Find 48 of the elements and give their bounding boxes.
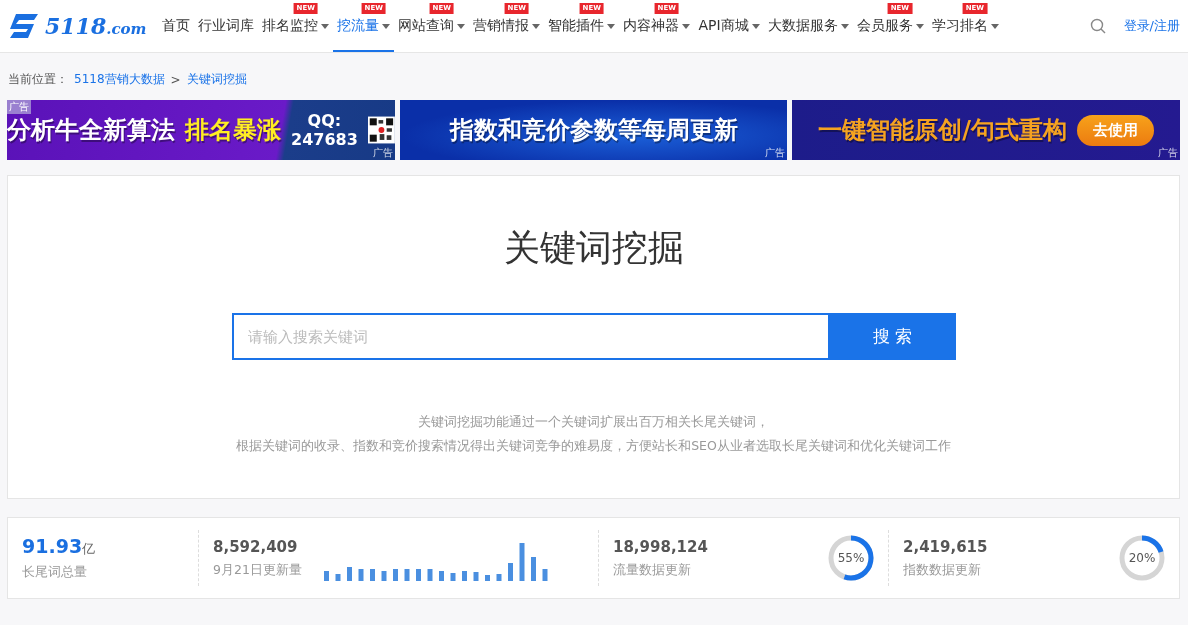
logo-text: 5118.com [45, 13, 147, 39]
ad-tag: 广告 [7, 100, 31, 114]
nav-tab[interactable]: 智能插件 [544, 15, 620, 37]
breadcrumb-link[interactable]: 5118营销大数据 [74, 71, 165, 88]
ad-banner[interactable]: 一键智能原创/句式重构 去使用 广告 [792, 100, 1180, 160]
breadcrumb-link[interactable]: 关键词挖掘 [186, 71, 247, 88]
nav-tab[interactable]: 挖流量 [333, 15, 395, 37]
description-text: 根据关键词的收录、指数和竞价搜索情况得出关键词竞争的难易度，方便站长和SEO从业者选取长尾关键词和优化关键词工作 [236, 437, 951, 455]
ad-mark: 广告 [765, 146, 786, 160]
search-button[interactable]: 搜 索 [829, 313, 956, 360]
stat-value: 91.93 [22, 535, 83, 557]
search-field[interactable]: 请输入搜索关键词 [231, 313, 830, 360]
ring-percent: 55% [837, 551, 865, 565]
banner-text: 一键智能原创/句式重构 [818, 115, 1068, 146]
nav-tab[interactable]: 行业词库 [194, 15, 259, 37]
nav-tab[interactable]: 首页 [158, 15, 195, 37]
breadcrumb-label: 当前位置： [8, 71, 68, 88]
nav-tab[interactable]: 学习排名 [927, 15, 1003, 37]
nav-tab[interactable]: 排名监控 [258, 15, 334, 37]
ring-percent: 20% [1128, 551, 1156, 565]
stat-label: 流量数据更新 [613, 561, 692, 579]
page-title: 关键词挖掘 [503, 226, 684, 270]
ad-banner[interactable]: 指数和竞价参数等每周更新 广告 [399, 100, 788, 160]
nav-tab[interactable]: 大数据服务 [763, 15, 853, 37]
stat-label: 长尾词总量 [22, 564, 88, 581]
stat-value: 8,592,409 [213, 537, 299, 556]
search-icon[interactable] [1089, 18, 1106, 34]
nav-tab[interactable]: 内容神器 [619, 15, 695, 37]
progress-ring [828, 535, 874, 581]
nav-tab[interactable]: API商城 [694, 15, 764, 37]
progress-ring [1119, 535, 1165, 581]
ad-mark: 广告 [1158, 146, 1178, 160]
stat-value: 2,419,615 [903, 537, 988, 556]
nav-tab[interactable]: 营销情报 [469, 15, 545, 37]
stat-label: 指数数据更新 [903, 561, 982, 579]
banner-highlight: 排名暴涨 [185, 115, 281, 146]
stat-value: 18,998,124 [613, 537, 708, 556]
banner-text: 指数和竞价参数等每周更新 [449, 115, 738, 146]
qq-label: QQ: [307, 111, 342, 130]
qq-number: 247683 [291, 130, 358, 149]
banner-text: 分析牛全新算法 [7, 115, 175, 146]
nav-tab[interactable]: 网站查询 [394, 15, 470, 37]
breadcrumb-separator: > [170, 72, 181, 87]
nav-tab[interactable]: 会员服务 [852, 15, 928, 37]
stat-label: 9月21日更新量 [213, 561, 302, 579]
stat-unit: 亿 [82, 541, 96, 556]
login-link[interactable]: 登录/注册 [1123, 17, 1180, 35]
ad-mark: 广告 [372, 146, 393, 160]
